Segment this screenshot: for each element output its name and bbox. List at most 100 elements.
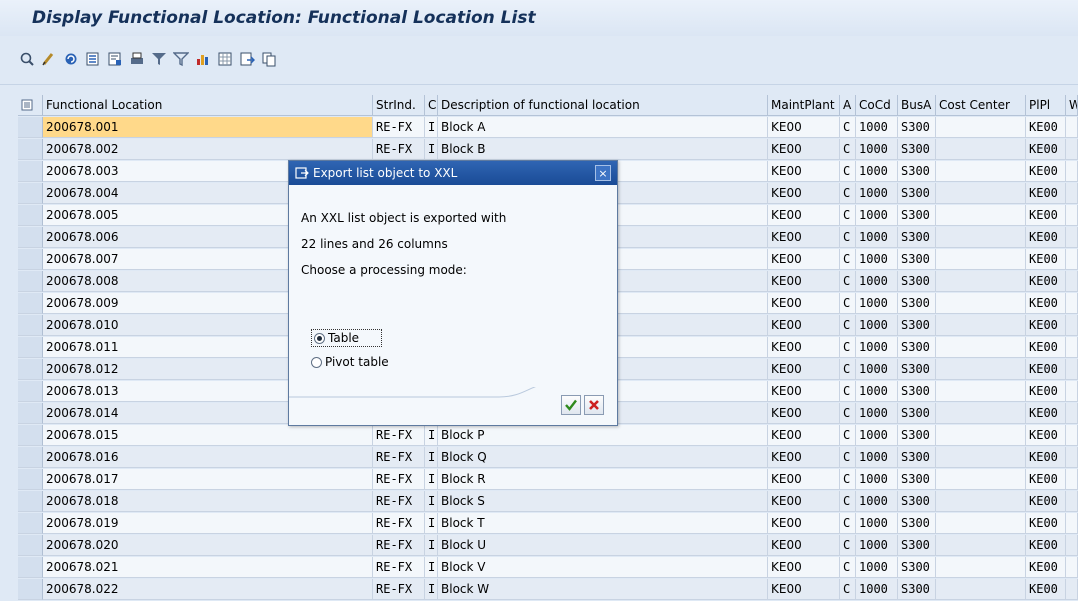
table-cell[interactable] bbox=[1066, 557, 1078, 578]
table-cell[interactable]: 1000 bbox=[856, 535, 898, 556]
table-cell[interactable] bbox=[1066, 227, 1078, 248]
table-cell[interactable]: S300 bbox=[898, 139, 936, 160]
table-cell[interactable] bbox=[936, 425, 1026, 446]
table-cell[interactable]: 1000 bbox=[856, 139, 898, 160]
table-cell[interactable]: I bbox=[425, 469, 438, 490]
table-cell[interactable]: S300 bbox=[898, 315, 936, 336]
table-cell[interactable]: RE-FX bbox=[373, 447, 425, 468]
table-cell[interactable] bbox=[1066, 205, 1078, 226]
table-cell[interactable]: C bbox=[840, 579, 856, 600]
table-cell[interactable] bbox=[1066, 271, 1078, 292]
row-selector[interactable] bbox=[18, 469, 43, 490]
table-cell[interactable]: KE00 bbox=[1026, 249, 1066, 270]
table-cell[interactable]: S300 bbox=[898, 425, 936, 446]
table-cell[interactable]: KE00 bbox=[768, 381, 840, 402]
spreadsheet-button[interactable] bbox=[216, 50, 233, 67]
set-filter-button[interactable] bbox=[172, 50, 189, 67]
table-cell[interactable]: Block R bbox=[438, 469, 768, 490]
table-cell[interactable]: S300 bbox=[898, 183, 936, 204]
table-cell[interactable] bbox=[1066, 513, 1078, 534]
table-cell[interactable]: KE00 bbox=[1026, 425, 1066, 446]
select-layout-button[interactable] bbox=[84, 50, 101, 67]
table-cell[interactable] bbox=[936, 513, 1026, 534]
table-cell[interactable]: 1000 bbox=[856, 381, 898, 402]
table-cell[interactable]: RE-FX bbox=[373, 425, 425, 446]
table-cell[interactable] bbox=[1066, 249, 1078, 270]
column-header[interactable]: Cost Center bbox=[936, 95, 1026, 116]
row-selector[interactable] bbox=[18, 117, 43, 138]
table-cell[interactable]: KE00 bbox=[768, 579, 840, 600]
table-cell[interactable]: RE-FX bbox=[373, 469, 425, 490]
row-selector[interactable] bbox=[18, 205, 43, 226]
table-cell[interactable]: C bbox=[840, 315, 856, 336]
row-selector[interactable] bbox=[18, 491, 43, 512]
table-cell[interactable]: S300 bbox=[898, 205, 936, 226]
table-cell[interactable] bbox=[1066, 535, 1078, 556]
table-cell[interactable]: KE00 bbox=[768, 249, 840, 270]
table-cell[interactable] bbox=[936, 557, 1026, 578]
table-cell[interactable]: C bbox=[840, 161, 856, 182]
table-cell[interactable]: RE-FX bbox=[373, 513, 425, 534]
copy-button[interactable] bbox=[260, 50, 277, 67]
column-header[interactable]: C bbox=[425, 95, 438, 116]
column-header[interactable]: Description of functional location bbox=[438, 95, 768, 116]
table-cell[interactable]: KE00 bbox=[768, 139, 840, 160]
table-cell[interactable]: C bbox=[840, 557, 856, 578]
row-selector[interactable] bbox=[18, 161, 43, 182]
table-cell[interactable]: RE-FX bbox=[373, 535, 425, 556]
table-cell[interactable]: Block A bbox=[438, 117, 768, 138]
table-cell[interactable] bbox=[1066, 469, 1078, 490]
table-cell[interactable]: KE00 bbox=[768, 535, 840, 556]
column-header[interactable]: A bbox=[840, 95, 856, 116]
column-header[interactable]: StrInd. bbox=[373, 95, 425, 116]
table-cell[interactable]: 200678.002 bbox=[43, 139, 373, 160]
table-cell[interactable]: C bbox=[840, 227, 856, 248]
close-button[interactable]: × bbox=[595, 165, 611, 181]
table-cell[interactable]: KE00 bbox=[1026, 337, 1066, 358]
table-cell[interactable] bbox=[936, 139, 1026, 160]
table-cell[interactable]: 1000 bbox=[856, 491, 898, 512]
table-cell[interactable]: S300 bbox=[898, 535, 936, 556]
row-selector[interactable] bbox=[18, 293, 43, 314]
table-cell[interactable]: 1000 bbox=[856, 513, 898, 534]
column-header[interactable]: CoCd bbox=[856, 95, 898, 116]
table-cell[interactable]: RE-FX bbox=[373, 491, 425, 512]
table-cell[interactable]: C bbox=[840, 117, 856, 138]
table-cell[interactable]: 1000 bbox=[856, 403, 898, 424]
column-header[interactable]: PlPl bbox=[1026, 95, 1066, 116]
table-cell[interactable]: RE-FX bbox=[373, 139, 425, 160]
table-cell[interactable] bbox=[1066, 359, 1078, 380]
table-cell[interactable]: KE00 bbox=[768, 337, 840, 358]
table-cell[interactable]: 1000 bbox=[856, 469, 898, 490]
table-cell[interactable]: KE00 bbox=[768, 293, 840, 314]
table-cell[interactable] bbox=[936, 359, 1026, 380]
table-cell[interactable] bbox=[1066, 337, 1078, 358]
table-cell[interactable]: KE00 bbox=[1026, 557, 1066, 578]
table-cell[interactable]: I bbox=[425, 491, 438, 512]
table-cell[interactable]: KE00 bbox=[768, 117, 840, 138]
row-selector[interactable] bbox=[18, 513, 43, 534]
radio-table[interactable]: Table bbox=[311, 329, 383, 347]
table-cell[interactable]: S300 bbox=[898, 359, 936, 380]
table-cell[interactable] bbox=[936, 161, 1026, 182]
table-cell[interactable]: 1000 bbox=[856, 117, 898, 138]
table-cell[interactable]: KE00 bbox=[1026, 183, 1066, 204]
table-cell[interactable]: Block S bbox=[438, 491, 768, 512]
table-cell[interactable]: S300 bbox=[898, 403, 936, 424]
table-cell[interactable]: C bbox=[840, 337, 856, 358]
table-cell[interactable]: 1000 bbox=[856, 315, 898, 336]
radio-pivot-table[interactable]: Pivot table bbox=[311, 355, 389, 369]
table-cell[interactable]: 200678.016 bbox=[43, 447, 373, 468]
table-cell[interactable] bbox=[936, 535, 1026, 556]
column-header[interactable]: BusA bbox=[898, 95, 936, 116]
row-selector[interactable] bbox=[18, 271, 43, 292]
table-cell[interactable] bbox=[1066, 579, 1078, 600]
row-selector[interactable] bbox=[18, 535, 43, 556]
table-cell[interactable]: C bbox=[840, 293, 856, 314]
table-cell[interactable]: C bbox=[840, 271, 856, 292]
table-cell[interactable]: 200678.020 bbox=[43, 535, 373, 556]
table-cell[interactable]: 1000 bbox=[856, 557, 898, 578]
row-selector[interactable] bbox=[18, 183, 43, 204]
table-cell[interactable]: RE-FX bbox=[373, 117, 425, 138]
table-cell[interactable]: 1000 bbox=[856, 293, 898, 314]
